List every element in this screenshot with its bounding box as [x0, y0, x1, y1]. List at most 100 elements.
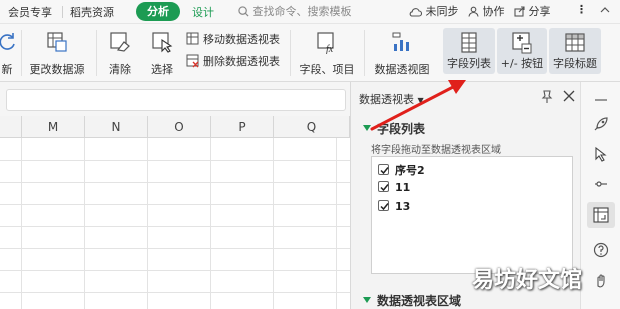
pivot-panel-toggle[interactable] — [587, 202, 615, 228]
field-headers-label: 字段标题 — [553, 57, 597, 70]
field-headers-icon — [565, 33, 585, 52]
select-label: 选择 — [151, 63, 173, 76]
collapse-bar-icon[interactable] — [593, 92, 609, 108]
tab-design[interactable]: 设计 — [192, 4, 214, 20]
pivot-chart-button[interactable]: 数据透视图 — [370, 24, 434, 82]
grid-line — [273, 138, 274, 309]
share-label: 分享 — [528, 5, 551, 18]
grid-line — [0, 182, 350, 183]
clear-label: 清除 — [109, 63, 131, 76]
refresh-icon — [0, 33, 15, 50]
search-placeholder: 查找命令、搜索模板 — [252, 5, 352, 18]
column-header-m[interactable]: M — [22, 116, 85, 138]
grid-line — [0, 226, 350, 227]
column-header-o[interactable]: O — [148, 116, 211, 138]
plus-minus-button[interactable]: +/- 按钮 — [497, 28, 547, 74]
grid-line — [84, 138, 85, 309]
change-source-label: 更改数据源 — [29, 63, 85, 76]
person-icon — [468, 6, 479, 17]
menu-member[interactable]: 会员专享 — [8, 4, 52, 20]
field-item-13[interactable]: 13 — [378, 200, 410, 216]
menu-separator — [62, 6, 63, 18]
plus-minus-label: +/- 按钮 — [500, 57, 544, 70]
field-item-serial2[interactable]: 序号2 — [378, 162, 425, 178]
grid-line — [0, 248, 350, 249]
column-header-p[interactable]: P — [211, 116, 274, 138]
field-label: 序号2 — [395, 164, 425, 177]
grid-line — [210, 138, 211, 309]
field-list-icon — [461, 32, 477, 53]
section-pivot-areas[interactable]: 数据透视表区域 — [363, 292, 461, 309]
clear-button[interactable]: 清除 — [100, 24, 140, 82]
side-toolbar — [580, 82, 620, 309]
change-source-button[interactable]: 更改数据源 — [24, 24, 90, 82]
plus-minus-icon — [512, 32, 532, 54]
section-description: 将字段拖动至数据透视表区域 — [371, 145, 501, 156]
grid-line — [336, 138, 337, 309]
fields-items-button[interactable]: fx 字段、项目 — [294, 24, 360, 82]
more-icon[interactable]: ⋮ — [576, 3, 587, 16]
help-icon[interactable] — [593, 242, 609, 258]
pivot-chart-icon — [392, 32, 409, 51]
collab-label: 协作 — [482, 5, 505, 18]
section-pivot-areas-label: 数据透视表区域 — [377, 294, 462, 308]
select-button[interactable]: 选择 — [142, 24, 182, 82]
field-headers-button[interactable]: 字段标题 — [549, 28, 601, 74]
move-pivot-button[interactable]: 移动数据透视表 — [186, 31, 280, 47]
watermark-text: 易坊好文馆 — [472, 268, 583, 293]
column-header-q[interactable]: Q — [274, 116, 350, 138]
grid-line — [0, 160, 350, 161]
grid-line — [0, 292, 350, 293]
refresh-button[interactable]: 新 — [0, 24, 22, 82]
column-header-n[interactable]: N — [85, 116, 148, 138]
collab-button[interactable]: 协作 — [468, 3, 505, 19]
column-header-partial[interactable] — [0, 116, 22, 138]
checkbox-checked-icon[interactable] — [378, 200, 389, 211]
menu-bar: 会员专享 稻壳资源 分析 设计 查找命令、搜索模板 未同步 协作 分享 ⋮ — [0, 0, 620, 24]
move-table-icon — [186, 32, 199, 45]
pin-icon[interactable] — [541, 90, 553, 104]
refresh-label: 新 — [1, 63, 13, 76]
section-field-list-label: 字段列表 — [377, 122, 426, 136]
checkbox-checked-icon[interactable] — [378, 181, 389, 192]
caret-down-icon: ▼ — [417, 96, 424, 105]
section-field-list[interactable]: 字段列表 — [363, 120, 425, 137]
formula-fx-icon: fx — [317, 32, 334, 54]
close-icon[interactable] — [563, 90, 575, 102]
hand-icon[interactable] — [593, 272, 609, 288]
pivot-table-icon — [593, 207, 609, 223]
share-button[interactable]: 分享 — [514, 3, 551, 19]
sync-status[interactable]: 未同步 — [408, 3, 459, 19]
field-label: 11 — [395, 181, 411, 194]
pivot-chart-label: 数据透视图 — [374, 63, 430, 76]
expand-triangle-icon — [363, 297, 371, 303]
menu-docer[interactable]: 稻壳资源 — [70, 4, 114, 20]
field-list-button[interactable]: 字段列表 — [443, 28, 495, 74]
panel-title-dropdown[interactable]: 数据透视表 ▼ — [359, 91, 424, 107]
command-search[interactable]: 查找命令、搜索模板 — [238, 3, 352, 19]
grid-line — [0, 204, 350, 205]
ribbon-separator — [96, 30, 97, 76]
grid-line — [147, 138, 148, 309]
ribbon-separator — [21, 30, 22, 76]
collapse-ribbon-icon[interactable] — [600, 3, 610, 16]
spreadsheet-grid[interactable]: M N O P Q — [0, 116, 350, 309]
delete-pivot-label: 删除数据透视表 — [203, 55, 280, 68]
formula-input[interactable] — [6, 89, 346, 111]
grid-line — [21, 138, 22, 309]
cursor-icon[interactable] — [593, 146, 609, 162]
sync-label: 未同步 — [425, 5, 459, 18]
grid-line — [0, 270, 350, 271]
select-cursor-icon — [152, 32, 173, 53]
checkbox-checked-icon[interactable] — [378, 164, 389, 175]
field-item-11[interactable]: 11 — [378, 181, 410, 197]
tab-analyze[interactable]: 分析 — [136, 2, 180, 21]
slider-settings-icon[interactable] — [593, 176, 609, 192]
move-pivot-label: 移动数据透视表 — [203, 33, 280, 46]
rocket-icon[interactable] — [593, 116, 609, 132]
panel-title-label: 数据透视表 — [359, 93, 414, 106]
cloud-icon — [409, 8, 423, 17]
delete-pivot-button[interactable]: 删除数据透视表 — [186, 53, 280, 69]
ribbon-separator — [364, 30, 365, 76]
delete-table-icon — [186, 54, 199, 68]
